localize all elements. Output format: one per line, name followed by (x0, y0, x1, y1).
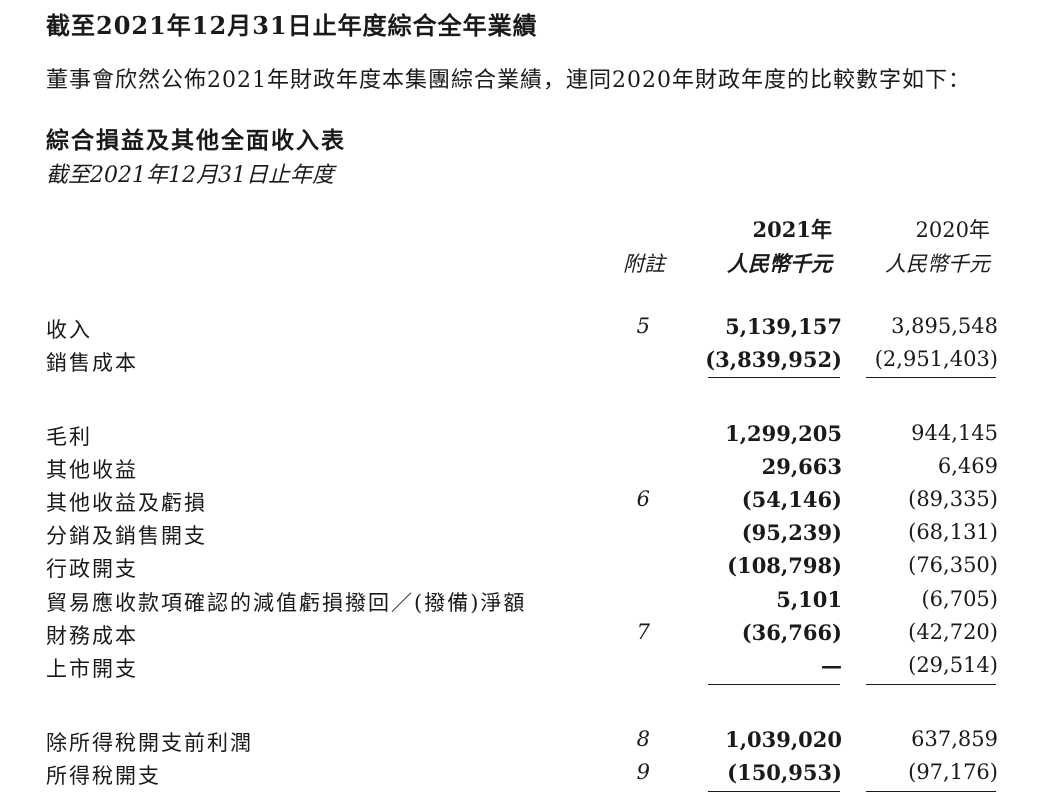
underline-prior-3 (866, 791, 996, 792)
row-prior-other-income: 6,469 (937, 454, 998, 478)
underline-current-2 (708, 684, 840, 685)
row-label-gross-profit: 毛利 (46, 425, 92, 449)
row-current-other-gains-losses: (54,146) (741, 487, 842, 512)
header-note: 附註 (623, 252, 665, 276)
row-note-finance-costs: 7 (636, 620, 650, 644)
section-heading: 截至2021年12月31日止年度綜合全年業績 (46, 11, 538, 40)
row-prior-other-gains-losses: (89,335) (908, 487, 998, 511)
row-current-admin-expenses: (108,798) (727, 553, 842, 578)
row-prior-gross-profit: 944,145 (911, 421, 998, 445)
underline-prior-2 (866, 684, 996, 685)
row-note-profit-before-tax: 8 (636, 727, 650, 751)
row-label-distribution-expenses: 分銷及銷售開支 (46, 524, 207, 548)
row-label-other-gains-losses: 其他收益及虧損 (46, 491, 207, 515)
row-label-listing-expenses: 上市開支 (46, 657, 138, 681)
row-prior-admin-expenses: (76,350) (908, 553, 998, 577)
row-note-revenue: 5 (636, 314, 650, 338)
row-label-finance-costs: 財務成本 (46, 624, 138, 648)
row-prior-impairment-reversal: (6,705) (921, 587, 998, 611)
intro-paragraph: 董事會欣然公佈2021年財政年度本集團綜合業績，連同2020年財政年度的比較數字… (46, 68, 971, 93)
underline-current-3 (708, 791, 840, 792)
row-current-distribution-expenses: (95,239) (741, 520, 842, 545)
header-year-current: 2021年 (752, 217, 832, 242)
row-label-profit-before-tax: 除所得稅開支前利潤 (46, 731, 253, 755)
statement-title: 綜合損益及其他全面收入表 (46, 127, 346, 154)
underline-prior-1 (866, 377, 996, 378)
row-label-revenue: 收入 (46, 318, 92, 342)
row-prior-distribution-expenses: (68,131) (908, 520, 998, 544)
row-label-income-tax: 所得稅開支 (46, 764, 161, 788)
row-current-listing-expenses: — (821, 653, 842, 678)
row-prior-income-tax: (97,176) (908, 760, 998, 784)
header-unit-current: 人民幣千元 (727, 251, 832, 276)
row-current-other-income: 29,663 (761, 454, 842, 479)
row-prior-cost-of-sales: (2,951,403) (874, 347, 998, 371)
row-prior-listing-expenses: (29,514) (908, 653, 998, 677)
row-current-impairment-reversal: 5,101 (776, 587, 842, 612)
row-current-gross-profit: 1,299,205 (725, 421, 842, 446)
row-label-other-income: 其他收益 (46, 458, 138, 482)
row-prior-revenue: 3,895,548 (891, 314, 998, 338)
statement-period: 截至2021年12月31日止年度 (46, 163, 334, 188)
row-current-cost-of-sales: (3,839,952) (705, 347, 842, 372)
underline-current-1 (708, 377, 840, 378)
row-current-revenue: 5,139,157 (725, 314, 842, 339)
row-prior-profit-before-tax: 637,859 (911, 727, 998, 751)
header-unit-prior: 人民幣千元 (885, 252, 990, 276)
row-label-impairment-reversal: 貿易應收款項確認的減值虧損撥回／(撥備)淨額 (46, 591, 527, 615)
row-current-finance-costs: (36,766) (741, 620, 842, 645)
row-label-cost-of-sales: 銷售成本 (46, 351, 138, 375)
header-year-prior: 2020年 (915, 218, 990, 242)
row-label-admin-expenses: 行政開支 (46, 557, 138, 581)
row-current-profit-before-tax: 1,039,020 (725, 727, 842, 752)
row-note-income-tax: 9 (636, 760, 650, 784)
row-note-other-gains-losses: 6 (636, 487, 650, 511)
row-prior-finance-costs: (42,720) (908, 620, 998, 644)
row-current-income-tax: (150,953) (727, 760, 842, 785)
